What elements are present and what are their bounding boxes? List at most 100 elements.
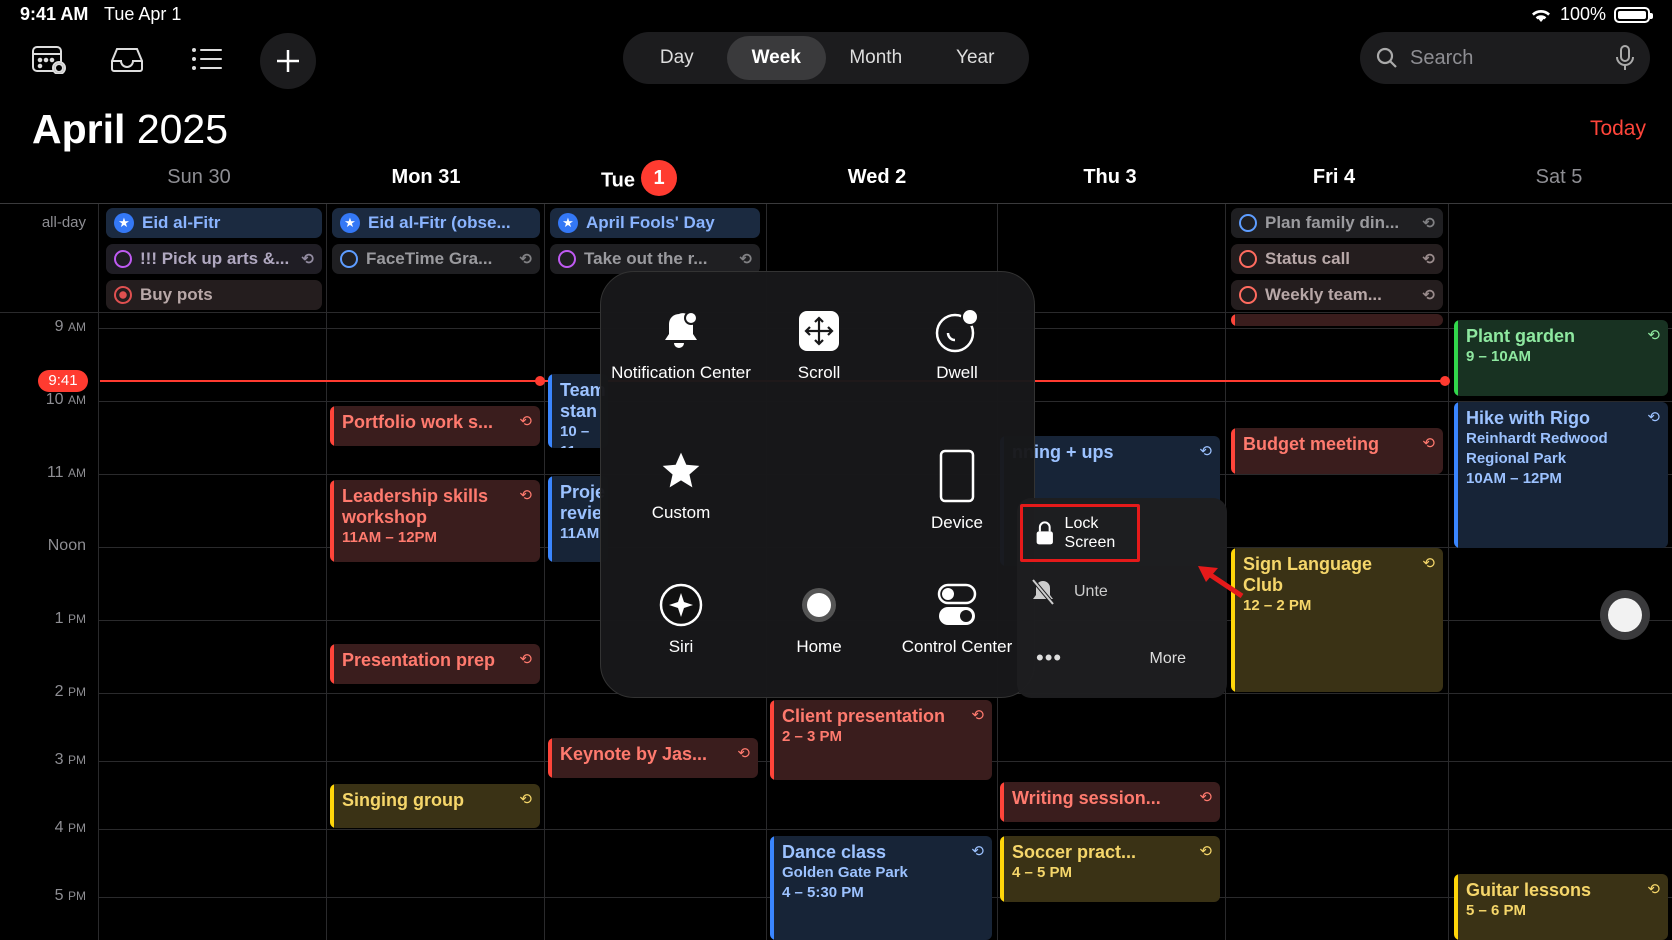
- view-day-button[interactable]: Day: [627, 36, 727, 80]
- event-keynote[interactable]: Keynote by Jas... ⟲: [548, 738, 758, 778]
- current-time-badge: 9:41: [38, 370, 88, 392]
- search-input[interactable]: Search: [1410, 47, 1604, 70]
- holiday-star-icon: ★: [558, 213, 578, 233]
- today-button[interactable]: Today: [1590, 117, 1646, 141]
- day-header-wed[interactable]: Wed 2: [772, 166, 982, 189]
- hour-label-3pm: 3 PM: [54, 751, 86, 768]
- day-header-sun[interactable]: Sun 30: [94, 166, 304, 189]
- repeat-icon: ⟲: [1422, 215, 1435, 232]
- view-switcher: Day Week Month Year: [623, 32, 1029, 84]
- day-header-mon[interactable]: Mon 31: [321, 166, 531, 189]
- event-leadership-workshop[interactable]: Leadership skills workshop 11AM – 12PM ⟲: [330, 480, 540, 562]
- repeat-icon: ⟲: [971, 707, 984, 724]
- repeat-icon: ⟲: [519, 413, 532, 430]
- siri-button[interactable]: Siri: [611, 582, 751, 702]
- day-header-sat[interactable]: Sat 5: [1454, 166, 1664, 189]
- lock-icon: [1036, 521, 1053, 545]
- calendars-icon[interactable]: [28, 38, 70, 80]
- reminder-circle-icon[interactable]: [1239, 286, 1257, 304]
- event-hike-with-rigo[interactable]: Hike with Rigo Reinhardt Redwood Regional…: [1454, 402, 1668, 548]
- hour-label-10am: 10 AM: [45, 391, 86, 408]
- event-guitar-lessons[interactable]: Guitar lessons 5 – 6 PM ⟲: [1454, 874, 1668, 940]
- event-writing-session[interactable]: Writing session... ⟲: [1000, 782, 1220, 822]
- event-presentation-prep[interactable]: Presentation prep ⟲: [330, 644, 540, 684]
- assistive-touch-button[interactable]: [1600, 590, 1650, 640]
- microphone-icon[interactable]: [1616, 45, 1634, 71]
- event-budget-meeting[interactable]: Budget meeting ⟲: [1231, 428, 1443, 474]
- allday-event[interactable]: ★ Eid al-Fitr (obse...: [332, 208, 540, 238]
- custom-button[interactable]: Custom: [611, 448, 751, 568]
- dwell-button[interactable]: Dwell: [887, 308, 1027, 428]
- hour-label-1pm: 1 PM: [54, 610, 86, 627]
- add-event-button[interactable]: [260, 33, 316, 89]
- search-field[interactable]: Search: [1360, 32, 1650, 84]
- repeat-icon: ⟲: [519, 251, 532, 268]
- reminder-circle-icon[interactable]: [114, 286, 132, 304]
- reminder-item[interactable]: FaceTime Gra... ⟲: [332, 244, 540, 274]
- reminder-item[interactable]: Status call ⟲: [1231, 244, 1443, 274]
- day-header-tue[interactable]: Tue 1: [534, 160, 744, 196]
- repeat-icon: ⟲: [1422, 287, 1435, 304]
- repeat-icon: ⟲: [971, 843, 984, 860]
- event-portfolio[interactable]: Portfolio work s... ⟲: [330, 406, 540, 446]
- event-sign-language-club[interactable]: Sign Language Club 12 – 2 PM ⟲: [1231, 548, 1443, 692]
- reminder-item[interactable]: Take out the r... ⟲: [550, 244, 760, 274]
- holiday-star-icon: ★: [114, 213, 134, 233]
- home-button[interactable]: Home: [749, 582, 889, 702]
- reminder-item[interactable]: !!! Pick up arts &... ⟲: [106, 244, 322, 274]
- scroll-button[interactable]: Scroll: [749, 308, 889, 428]
- list-icon[interactable]: [186, 38, 228, 80]
- reminder-circle-icon[interactable]: [114, 250, 132, 268]
- repeat-icon: ⟲: [1647, 327, 1660, 344]
- reminder-circle-icon[interactable]: [1239, 250, 1257, 268]
- inbox-icon[interactable]: [106, 38, 148, 80]
- header-divider: [0, 203, 1672, 204]
- view-year-button[interactable]: Year: [926, 36, 1026, 80]
- device-button[interactable]: Device: [887, 448, 1027, 568]
- assistive-touch-menu: Notification Center Scroll Dwell Custom …: [600, 271, 1035, 698]
- hour-label-4pm: 4 PM: [54, 819, 86, 836]
- mute-button[interactable]: Unte: [1030, 578, 1108, 606]
- allday-event[interactable]: ★ Eid al-Fitr: [106, 208, 322, 238]
- page-title: April 2025: [32, 106, 228, 153]
- repeat-icon: ⟲: [1647, 881, 1660, 898]
- notification-center-button[interactable]: Notification Center: [611, 308, 751, 428]
- event-singing-group[interactable]: Singing group ⟲: [330, 784, 540, 828]
- day-header-fri[interactable]: Fri 4: [1229, 166, 1439, 189]
- reminder-circle-icon[interactable]: [558, 250, 576, 268]
- bell-slash-icon: [1031, 578, 1055, 606]
- repeat-icon: ⟲: [1422, 435, 1435, 452]
- event-team-standup[interactable]: Team stan10 – 11: [548, 374, 608, 448]
- event-project-review[interactable]: Proje revie 11AM: [548, 476, 608, 562]
- current-time-dot: [535, 376, 545, 386]
- event-dance-class[interactable]: Dance class Golden Gate Park 4 – 5:30 PM ⟲: [770, 836, 992, 940]
- reminder-item[interactable]: Plan family din... ⟲: [1231, 208, 1443, 238]
- hour-label-5pm: 5 PM: [54, 887, 86, 904]
- more-button[interactable]: ••• More: [1036, 647, 1186, 669]
- reminder-item[interactable]: Weekly team... ⟲: [1231, 280, 1443, 310]
- view-month-button[interactable]: Month: [826, 36, 926, 80]
- control-center-button[interactable]: Control Center: [887, 582, 1027, 702]
- repeat-icon: ⟲: [519, 791, 532, 808]
- allday-event[interactable]: ★ April Fools' Day: [550, 208, 760, 238]
- event-soccer-practice[interactable]: Soccer pract... 4 – 5 PM ⟲: [1000, 836, 1220, 902]
- day-header-tue-label: Tue: [600, 169, 636, 192]
- reminder-item[interactable]: Buy pots: [106, 280, 322, 310]
- plus-icon: [277, 50, 299, 72]
- view-week-button[interactable]: Week: [726, 36, 826, 80]
- allday-label: all-day: [41, 214, 86, 231]
- repeat-icon: ⟲: [1199, 443, 1212, 460]
- year-label: 2025: [136, 106, 229, 152]
- hour-line: [98, 829, 1672, 830]
- hour-label-11am: 11 AM: [46, 464, 86, 481]
- event-plant-garden[interactable]: Plant garden 9 – 10AM ⟲: [1454, 320, 1668, 396]
- reminder-circle-icon[interactable]: [1239, 214, 1257, 232]
- day-header-thu[interactable]: Thu 3: [1005, 166, 1215, 189]
- lock-screen-button[interactable]: Lock Screen: [1020, 504, 1140, 562]
- event-client-presentation[interactable]: Client presentation 2 – 3 PM ⟲: [770, 700, 992, 780]
- holiday-star-icon: ★: [340, 213, 360, 233]
- repeat-icon: ⟲: [1422, 251, 1435, 268]
- event-fragment[interactable]: [1231, 314, 1443, 326]
- status-time: 9:41 AM: [20, 4, 89, 24]
- reminder-circle-icon[interactable]: [340, 250, 358, 268]
